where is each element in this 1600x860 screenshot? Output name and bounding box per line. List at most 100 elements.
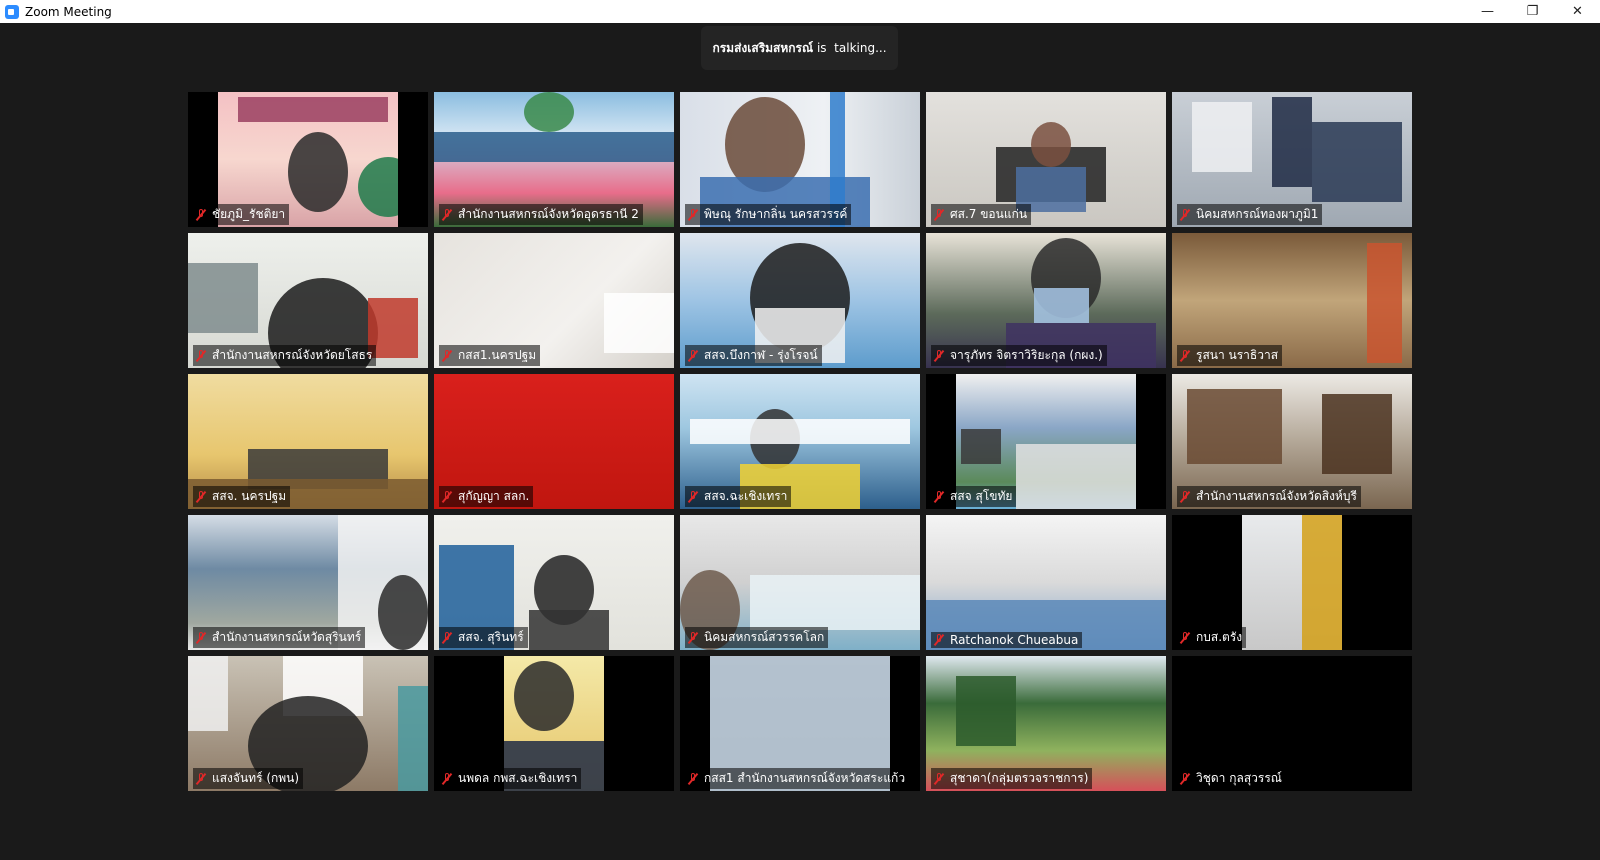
participant-name-label: กสส1 สำนักงานสหกรณ์จังหวัดสระแก้ว — [685, 768, 910, 789]
participant-tile[interactable]: นิคมสหกรณ์สวรรคโลก — [680, 515, 920, 650]
participant-tile[interactable]: กบส.ตรัง — [1172, 515, 1412, 650]
participant-tile[interactable]: จารุภัทร จิตราวิริยะกุล (กผง.) — [926, 233, 1166, 368]
participant-name: สำนักงานสหกรณ์จังหวัดอุดรธานี 2 — [458, 207, 639, 221]
participant-name: รูสนา นราธิวาส — [1196, 348, 1279, 362]
participant-tile[interactable]: สำนักงานสหกรณ์หวัดสุรินทร์ — [188, 515, 428, 650]
participant-name-label: สสจ.ฉะเชิงเทรา — [685, 486, 792, 507]
mic-muted-icon — [195, 349, 207, 362]
participant-tile[interactable]: ชัยภูมิ_รัชติยา — [188, 92, 428, 227]
participant-name: จารุภัทร จิตราวิริยะกุล (กผง.) — [950, 348, 1103, 362]
participant-tile[interactable]: วิชุดา กุลสุวรรณ์ — [1172, 656, 1412, 791]
mic-muted-icon — [687, 490, 699, 503]
mic-muted-icon — [933, 634, 945, 646]
participant-name-label: สำนักงานสหกรณ์หวัดสุรินทร์ — [193, 627, 366, 648]
zoom-app-icon — [5, 4, 19, 19]
gallery-view-grid: ชัยภูมิ_รัชติยา สำนักงานสหกรณ์จังหวัดอุดร… — [188, 92, 1412, 792]
participant-name-label: สสจ. นครปฐม — [193, 486, 291, 507]
participant-tile[interactable]: กสส1 สำนักงานสหกรณ์จังหวัดสระแก้ว — [680, 656, 920, 791]
participant-tile[interactable]: สสจ.ฉะเชิงเทรา — [680, 374, 920, 509]
participant-name: กสส1.นครปฐม — [458, 348, 537, 362]
mic-muted-icon — [687, 349, 699, 362]
window-title: Zoom Meeting — [25, 4, 112, 19]
participant-name: สสจ. นครปฐม — [212, 489, 287, 503]
participant-name-label: สสจ.บึงกาฬ - รุ่งโรจน์ — [685, 345, 822, 366]
participant-name: สสจ.บึงกาฬ - รุ่งโรจน์ — [704, 348, 818, 362]
participant-name-label: วิชุดา กุลสุวรรณ์ — [1177, 768, 1286, 789]
participant-name-label: สสจ สุโขทัย — [931, 486, 1017, 507]
participant-tile[interactable]: สำนักงานสหกรณ์จังหวัดยโสธร — [188, 233, 428, 368]
participant-tile[interactable]: นิคมสหกรณ์ทองผาภูมิ1 — [1172, 92, 1412, 227]
mic-muted-icon — [687, 208, 699, 221]
participant-name: ศส.7 ขอนแก่น — [950, 207, 1028, 221]
participant-name-label: รูสนา นราธิวาส — [1177, 345, 1283, 366]
close-button[interactable]: ✕ — [1555, 0, 1600, 23]
participant-tile[interactable]: Ratchanok Chueabua — [926, 515, 1166, 650]
participant-name: สสจ สุโขทัย — [950, 489, 1013, 503]
participant-name: สำนักงานสหกรณ์จังหวัดสิงห์บุรี — [1196, 489, 1357, 503]
participant-tile[interactable]: ศส.7 ขอนแก่น — [926, 92, 1166, 227]
mic-muted-icon — [1179, 772, 1191, 785]
participant-name: แสงจันทร์ (กพน) — [212, 771, 300, 785]
mic-muted-icon — [1179, 490, 1191, 503]
mic-muted-icon — [441, 631, 453, 644]
participant-tile[interactable]: กสส1.นครปฐม — [434, 233, 674, 368]
participant-name-label: นิคมสหกรณ์ทองผาภูมิ1 — [1177, 204, 1323, 225]
participant-name: นพดล กพส.ฉะเชิงเทรา — [458, 771, 578, 785]
participant-tile[interactable]: สุกัญญา สลก. — [434, 374, 674, 509]
participant-name-label: นิคมสหกรณ์สวรรคโลก — [685, 627, 829, 648]
mic-muted-icon — [1179, 349, 1191, 362]
participant-name-label: สุชาดา(กลุ่มตรวจราชการ) — [931, 768, 1093, 789]
active-speaker-indicator: กรมส่งเสริมสหกรณ์ is talking... — [701, 26, 898, 70]
participant-name-label: Ratchanok Chueabua — [931, 632, 1083, 648]
participant-name: นิคมสหกรณ์ทองผาภูมิ1 — [1196, 207, 1319, 221]
participant-name-label: กสส1.นครปฐม — [439, 345, 541, 366]
mic-muted-icon — [441, 772, 453, 785]
participant-tile[interactable]: นพดล กพส.ฉะเชิงเทรา — [434, 656, 674, 791]
participant-name-label: แสงจันทร์ (กพน) — [193, 768, 304, 789]
mic-muted-icon — [1179, 631, 1191, 644]
participant-tile[interactable]: สำนักงานสหกรณ์จังหวัดอุดรธานี 2 — [434, 92, 674, 227]
participant-name: นิคมสหกรณ์สวรรคโลก — [704, 630, 825, 644]
participant-name: กสส1 สำนักงานสหกรณ์จังหวัดสระแก้ว — [704, 771, 906, 785]
participant-name: สำนักงานสหกรณ์จังหวัดยโสธร — [212, 348, 373, 362]
mic-muted-icon — [687, 772, 699, 785]
talking-suffix: is talking... — [813, 41, 887, 55]
participant-video — [1242, 515, 1342, 650]
active-speaker-name: กรมส่งเสริมสหกรณ์ — [712, 40, 814, 55]
participant-tile[interactable]: สุชาดา(กลุ่มตรวจราชการ) — [926, 656, 1166, 791]
participant-tile[interactable]: พิษณุ รักษากลิ่น นครสวรรค์ — [680, 92, 920, 227]
participant-name: สุกัญญา สลก. — [458, 489, 530, 503]
participant-name: สุชาดา(กลุ่มตรวจราชการ) — [950, 771, 1089, 785]
mic-muted-icon — [933, 772, 945, 785]
participant-tile[interactable]: สสจ.บึงกาฬ - รุ่งโรจน์ — [680, 233, 920, 368]
participant-name-label: ศส.7 ขอนแก่น — [931, 204, 1032, 225]
participant-tile[interactable]: สสจ สุโขทัย — [926, 374, 1166, 509]
mic-muted-icon — [933, 349, 945, 362]
participant-name-label: จารุภัทร จิตราวิริยะกุล (กผง.) — [931, 345, 1107, 366]
participant-tile[interactable]: สำนักงานสหกรณ์จังหวัดสิงห์บุรี — [1172, 374, 1412, 509]
mic-muted-icon — [687, 631, 699, 644]
minimize-button[interactable]: — — [1465, 0, 1510, 23]
participant-name-label: สสจ. สุรินทร์ — [439, 627, 528, 648]
window-titlebar: Zoom Meeting — ❐ ✕ — [0, 0, 1600, 23]
restore-button[interactable]: ❐ — [1510, 0, 1555, 23]
mic-muted-icon — [441, 349, 453, 362]
mic-muted-icon — [933, 490, 945, 503]
participant-name-label: สำนักงานสหกรณ์จังหวัดอุดรธานี 2 — [439, 204, 643, 225]
mic-muted-icon — [195, 490, 207, 503]
participant-video — [926, 515, 1166, 650]
participant-name: วิชุดา กุลสุวรรณ์ — [1196, 771, 1282, 785]
participant-tile[interactable]: สสจ. นครปฐม — [188, 374, 428, 509]
participant-name: สำนักงานสหกรณ์หวัดสุรินทร์ — [212, 630, 362, 644]
mic-muted-icon — [195, 208, 207, 221]
participant-name: สสจ.ฉะเชิงเทรา — [704, 489, 788, 503]
participant-tile[interactable]: รูสนา นราธิวาส — [1172, 233, 1412, 368]
participant-name: พิษณุ รักษากลิ่น นครสวรรค์ — [704, 207, 848, 221]
participant-name-label: นพดล กพส.ฉะเชิงเทรา — [439, 768, 582, 789]
participant-name-label: ชัยภูมิ_รัชติยา — [193, 204, 290, 225]
participant-tile[interactable]: สสจ. สุรินทร์ — [434, 515, 674, 650]
participant-tile[interactable]: แสงจันทร์ (กพน) — [188, 656, 428, 791]
mic-muted-icon — [441, 490, 453, 503]
participant-name: ชัยภูมิ_รัชติยา — [212, 207, 286, 221]
participant-name-label: พิษณุ รักษากลิ่น นครสวรรค์ — [685, 204, 852, 225]
